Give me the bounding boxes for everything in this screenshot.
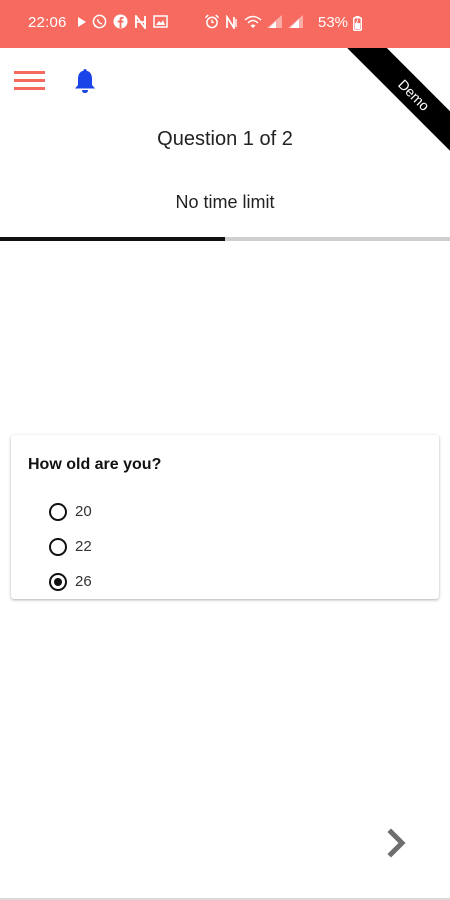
bell-icon[interactable] bbox=[73, 67, 97, 95]
answer-option-label: 22 bbox=[75, 538, 92, 555]
status-right-icons bbox=[204, 14, 304, 29]
quiz-progress-fill bbox=[0, 237, 225, 241]
alarm-icon bbox=[204, 14, 220, 29]
question-card: How old are you? 20 22 26 bbox=[11, 435, 439, 599]
quiz-screen: 22:06 53% Demo Question 1 of 2 No time l… bbox=[0, 0, 450, 900]
time-limit-label: No time limit bbox=[175, 192, 275, 212]
answer-option-22[interactable]: 22 bbox=[49, 529, 92, 564]
wifi-icon bbox=[244, 15, 262, 29]
answer-option-label: 26 bbox=[75, 573, 92, 590]
facebook-icon bbox=[113, 14, 128, 29]
answer-option-20[interactable]: 20 bbox=[49, 494, 92, 529]
status-bar: 22:06 53% bbox=[0, 0, 450, 48]
quiz-progress-bar bbox=[0, 237, 450, 241]
chevron-right-icon bbox=[384, 828, 412, 864]
answer-options: 20 22 26 bbox=[49, 494, 92, 599]
signal-icon bbox=[288, 15, 304, 28]
play-icon bbox=[78, 16, 86, 27]
gallery-icon bbox=[153, 15, 168, 28]
battery-percentage: 53% bbox=[318, 14, 349, 31]
n-app-icon bbox=[134, 14, 147, 29]
radio-button[interactable] bbox=[49, 537, 67, 556]
answer-option-26[interactable]: 26 bbox=[49, 564, 92, 599]
signal-icon bbox=[267, 15, 283, 28]
question-text: How old are you? bbox=[28, 456, 162, 473]
question-counter: Question 1 of 2 bbox=[157, 128, 293, 150]
next-question-button[interactable] bbox=[384, 826, 412, 860]
answer-option-label: 20 bbox=[75, 503, 92, 520]
whatsapp-icon bbox=[92, 14, 107, 29]
radio-button[interactable] bbox=[49, 572, 67, 591]
hamburger-menu-icon[interactable] bbox=[14, 68, 46, 92]
status-time: 22:06 bbox=[28, 14, 67, 31]
radio-button[interactable] bbox=[49, 502, 67, 521]
nfc-icon bbox=[225, 14, 239, 29]
status-left-icons bbox=[78, 14, 168, 29]
battery-icon bbox=[353, 16, 362, 31]
